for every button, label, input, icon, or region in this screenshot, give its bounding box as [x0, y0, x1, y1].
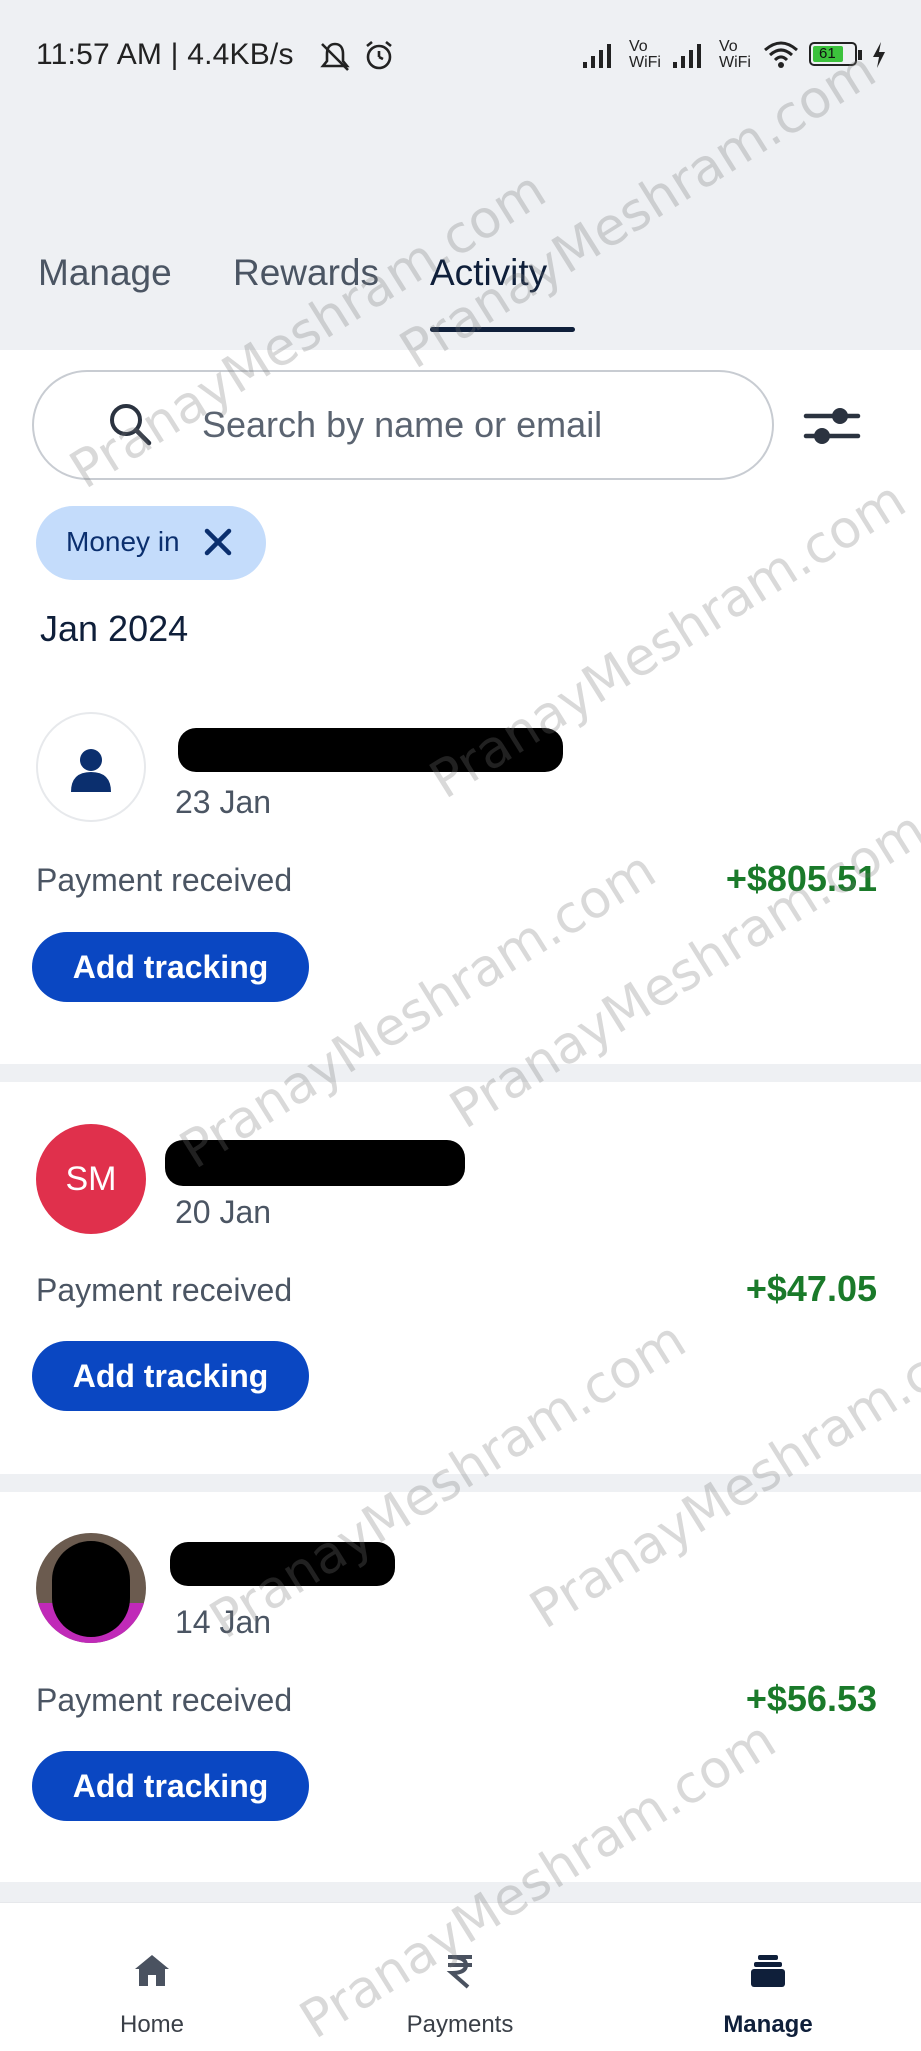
network-label-1: Vo WiFi: [629, 38, 661, 71]
avatar: [36, 712, 146, 822]
mute-icon: [318, 40, 352, 79]
chip-label: Money in: [66, 526, 180, 557]
transaction-amount: +$47.05: [745, 1268, 877, 1309]
add-tracking-button[interactable]: Add tracking: [32, 1751, 309, 1821]
person-icon: [71, 749, 111, 792]
transaction-amount: +$805.51: [725, 858, 877, 899]
bottom-nav: Home Payments Manage: [0, 1902, 921, 2049]
search-icon: [106, 400, 156, 455]
transaction-description: Payment received: [36, 1682, 293, 1718]
tab-rewards[interactable]: Rewards: [233, 252, 379, 294]
wifi-icon: [764, 41, 798, 68]
month-header: Jan 2024: [40, 608, 189, 649]
nav-label: Home: [119, 2011, 185, 2038]
filter-chip-money-in[interactable]: Money in: [36, 506, 266, 580]
redacted-name: [178, 728, 563, 772]
rupee-icon: [440, 1951, 480, 1996]
home-icon: [132, 1951, 172, 1996]
search-placeholder: Search by name or email: [202, 404, 603, 445]
charging-icon: [873, 42, 885, 68]
watermark: PranayMeshram.com: [440, 799, 921, 1141]
divider: [0, 1474, 921, 1492]
battery-level: 61: [819, 45, 836, 62]
divider: [0, 1882, 921, 1902]
avatar: [36, 1533, 146, 1643]
search-input[interactable]: Search by name or email: [32, 370, 774, 480]
header-area: 11:57 AM | 4.4KB/s Vo WiFi Vo WiFi 61 Ma…: [0, 0, 921, 350]
network-label-2: Vo WiFi: [719, 38, 751, 71]
watermark: PranayMeshram.com: [520, 1299, 921, 1641]
redacted-name: [165, 1140, 465, 1186]
tab-manage[interactable]: Manage: [38, 252, 172, 294]
status-time: 11:57 AM | 4.4KB/s: [36, 38, 294, 71]
active-tab-indicator: [430, 327, 575, 332]
battery-icon: 61: [809, 42, 863, 68]
alarm-icon: [362, 38, 396, 77]
transaction-description: Payment received: [36, 862, 293, 898]
nav-label: Manage: [723, 2011, 813, 2038]
transaction-date: 14 Jan: [175, 1604, 272, 1640]
transaction-date: 23 Jan: [175, 784, 272, 820]
add-tracking-button[interactable]: Add tracking: [32, 932, 309, 1002]
wallet-icon: [748, 1951, 788, 1996]
close-icon[interactable]: [200, 524, 236, 565]
transaction-description: Payment received: [36, 1272, 293, 1308]
filter-icon[interactable]: [800, 398, 864, 459]
transaction-amount: +$56.53: [745, 1678, 877, 1719]
avatar: SM: [36, 1124, 146, 1234]
signal-icon: [673, 44, 701, 68]
signal-icon: [583, 44, 611, 68]
tab-activity[interactable]: Activity: [430, 252, 547, 294]
nav-label: Payments: [406, 2011, 514, 2038]
add-tracking-button[interactable]: Add tracking: [32, 1341, 309, 1411]
divider: [0, 1064, 921, 1082]
status-icons: Vo WiFi Vo WiFi 61: [581, 34, 887, 76]
redacted-name: [170, 1542, 395, 1586]
transaction-date: 20 Jan: [175, 1194, 272, 1230]
